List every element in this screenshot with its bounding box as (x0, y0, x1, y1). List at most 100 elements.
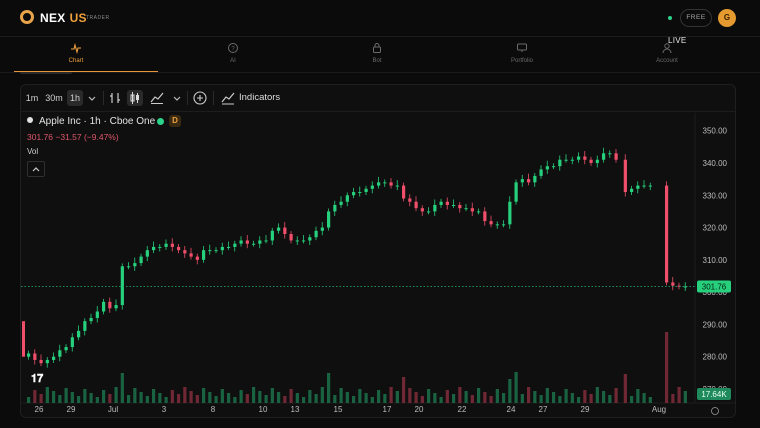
tab-label: Chart (68, 58, 84, 64)
candle-body (183, 250, 187, 254)
volume-bar (564, 389, 568, 403)
volume-bar (189, 391, 193, 403)
volume-bar (233, 397, 237, 403)
tab-portfolio[interactable]: Portfolio (446, 37, 598, 72)
tab-account[interactable]: Account (591, 37, 743, 72)
candle-body (433, 204, 437, 212)
candle-body (177, 246, 181, 251)
volume-bar (345, 392, 349, 403)
candle-body (327, 211, 331, 228)
candle-body (314, 230, 318, 238)
price-chart[interactable]: 350.00340.00330.00320.00310.00300.00290.… (21, 85, 735, 417)
candle-body (245, 240, 249, 244)
tab-chart[interactable]: Chart (0, 37, 158, 72)
tab-ai[interactable]: ? AI (157, 37, 309, 72)
x-tick-label: 24 (507, 405, 516, 414)
volume-bar (308, 390, 312, 403)
logo-icon[interactable] (20, 10, 34, 24)
volume-bar (352, 396, 356, 403)
brand-primary: NEX (40, 11, 66, 25)
volume-bar (283, 396, 287, 403)
volume-bar (45, 387, 49, 403)
candle-body (302, 240, 306, 242)
avatar[interactable]: G (718, 9, 736, 27)
live-indicator: LIVE (668, 36, 687, 45)
candle-body (389, 182, 393, 186)
x-tick-label: 8 (211, 405, 216, 414)
candle-body (614, 153, 618, 160)
volume-bar (595, 387, 599, 403)
candle-body (636, 185, 640, 189)
volume-bar (364, 393, 368, 403)
volume-bar (183, 387, 187, 403)
volume-bar (583, 390, 587, 403)
volume-bar (314, 394, 318, 403)
candle-body (489, 221, 493, 225)
volume-bar (483, 392, 487, 403)
x-tick-label: 29 (67, 405, 76, 414)
candle-body (445, 201, 449, 205)
volume-bar (683, 391, 687, 403)
candle-body (320, 227, 324, 231)
candle-body (45, 359, 49, 364)
volume-value-label: 17.64K (701, 390, 727, 399)
candle-body (283, 227, 287, 235)
candle-body (377, 182, 381, 186)
volume-bar (495, 389, 499, 403)
candle-body (295, 240, 299, 242)
plan-badge[interactable]: FREE (680, 9, 712, 27)
settings-icon (711, 407, 719, 415)
volume-bar (358, 389, 362, 403)
volume-bar (320, 387, 324, 403)
volume-bar (552, 392, 556, 403)
volume-bar (414, 392, 418, 403)
volume-bar (570, 393, 574, 403)
candle-body (477, 211, 481, 213)
candle-body (108, 301, 112, 309)
chart-panel[interactable]: 1m 30m 1h Indicators Apple Inc · 1h · Cb… (20, 84, 736, 418)
x-tick-label: 29 (581, 405, 590, 414)
candle-body (558, 159, 562, 167)
volume-bar (608, 395, 612, 403)
volume-bar (520, 394, 524, 403)
volume-bar (258, 391, 262, 403)
candle-body (195, 256, 199, 260)
volume-bar (377, 390, 381, 403)
brand[interactable]: NEX US (40, 11, 87, 25)
volume-bar (589, 394, 593, 403)
volume-bar (489, 396, 493, 403)
volume-bar (33, 390, 37, 403)
candle-body (671, 282, 675, 286)
ai-icon: ? (228, 43, 238, 53)
y-tick-label: 340.00 (703, 159, 728, 168)
candle-body (358, 192, 362, 194)
brand-subtitle: TRADER (86, 15, 110, 21)
volume-bar (64, 388, 68, 403)
candle-body (202, 250, 206, 260)
volume-bar (52, 391, 56, 403)
tab-label: Portfolio (510, 58, 533, 64)
volume-bar (245, 394, 249, 403)
candle-body (514, 182, 518, 202)
tab-bot[interactable]: Bot (301, 37, 453, 72)
volume-bar (339, 388, 343, 403)
volume-bar (623, 374, 627, 403)
candle-body (408, 198, 412, 202)
volume-bar (395, 391, 399, 403)
volume-bar (208, 392, 212, 403)
x-tick-label: Aug (652, 405, 666, 414)
candle-body (33, 353, 37, 360)
candle-body (420, 208, 424, 212)
volume-bar (295, 393, 299, 403)
volume-bar (227, 393, 231, 403)
candle-body (345, 195, 349, 202)
candle-body (339, 201, 343, 205)
candle-body (395, 185, 399, 187)
volume-bar (420, 396, 424, 403)
volume-bar (252, 387, 256, 403)
volume-bar (102, 390, 106, 403)
candle-body (470, 208, 474, 212)
volume-bar (139, 392, 143, 403)
volume-bar (39, 394, 43, 403)
volume-bar (195, 395, 199, 403)
